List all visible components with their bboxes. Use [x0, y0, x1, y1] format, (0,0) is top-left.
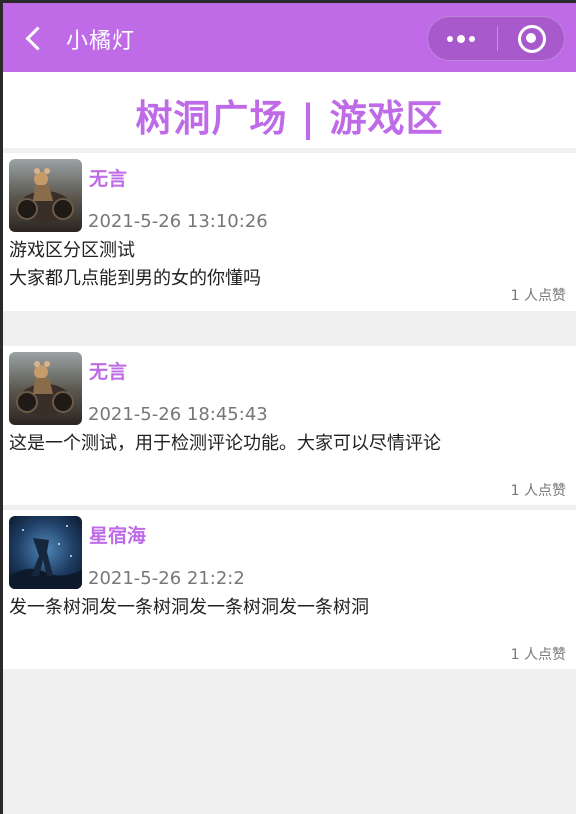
- post-time: 2021-5-26 13:10:26: [88, 211, 268, 232]
- game-character-avatar-icon: [9, 352, 82, 425]
- back-button[interactable]: [19, 21, 53, 55]
- post-time: 2021-5-26 21:2:2: [88, 568, 245, 589]
- post-content: 这是一个测试，用于检测评论功能。大家可以尽情评论: [9, 433, 441, 454]
- mini-program-capsule: [427, 16, 565, 61]
- navbar: 小橘灯: [3, 3, 576, 72]
- like-count[interactable]: 1 人点赞: [511, 285, 566, 305]
- close-button[interactable]: [498, 17, 564, 60]
- app-title: 小橘灯: [66, 29, 136, 54]
- page-header: 树洞广场 | 游戏区: [3, 72, 576, 148]
- post-card[interactable]: 星宿海 2021-5-26 21:2:2 发一条树洞发一条树洞发一条树洞发一条树…: [3, 510, 576, 669]
- post-username[interactable]: 无言: [89, 164, 127, 191]
- avatar[interactable]: [9, 159, 82, 232]
- avatar[interactable]: [9, 516, 82, 589]
- post-content: 发一条树洞发一条树洞发一条树洞发一条树洞: [9, 597, 369, 618]
- page-title: 树洞广场 | 游戏区: [135, 97, 444, 140]
- post-time: 2021-5-26 18:45:43: [88, 404, 268, 425]
- like-count[interactable]: 1 人点赞: [511, 480, 566, 500]
- avatar[interactable]: [9, 352, 82, 425]
- post-content: 游戏区分区测试 大家都几点能到男的女的你懂吗: [9, 240, 261, 289]
- post-username[interactable]: 星宿海: [89, 521, 146, 548]
- post-username[interactable]: 无言: [89, 357, 127, 384]
- blue-night-avatar-icon: [9, 516, 82, 589]
- game-character-avatar-icon: [9, 159, 82, 232]
- more-button[interactable]: [428, 17, 496, 60]
- post-card[interactable]: 无言 2021-5-26 13:10:26 游戏区分区测试 大家都几点能到男的女…: [3, 153, 576, 311]
- like-count[interactable]: 1 人点赞: [511, 644, 566, 664]
- post-card[interactable]: 无言 2021-5-26 18:45:43 这是一个测试，用于检测评论功能。大家…: [3, 346, 576, 505]
